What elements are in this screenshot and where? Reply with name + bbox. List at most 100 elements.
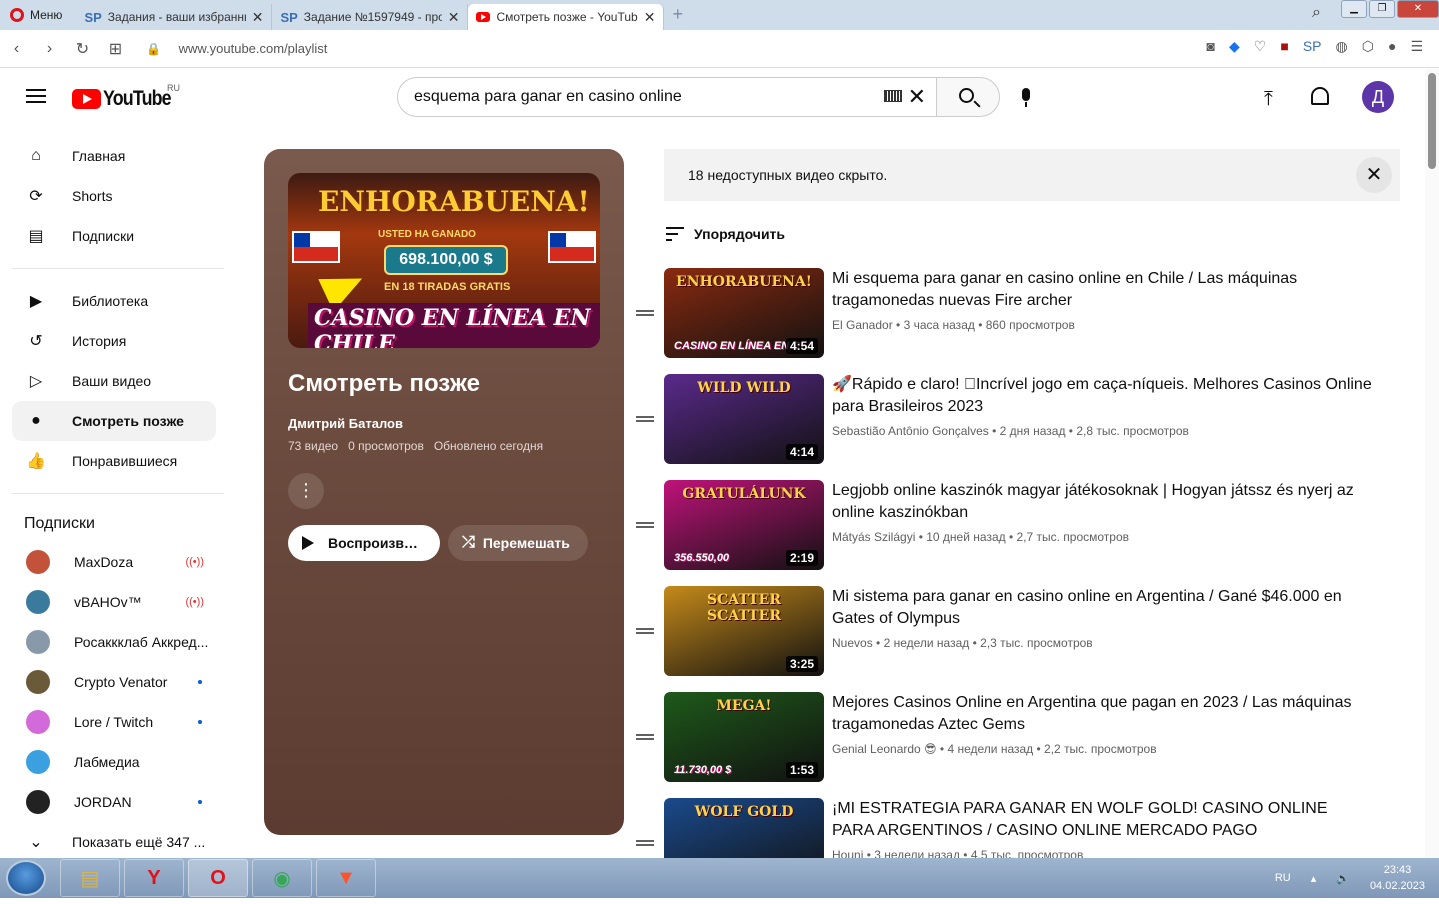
sidebar-subscription[interactable]: Lore / Twitch (12, 702, 216, 742)
brave-icon[interactable]: ▼ (316, 859, 376, 897)
guide-menu-icon[interactable] (26, 89, 46, 103)
profile-icon[interactable]: ● (1388, 38, 1396, 55)
search-input[interactable]: esquema para ganar en casino online (414, 88, 682, 106)
sidebar-subscription[interactable]: vBAHOv™ ((•)) (12, 582, 216, 622)
playlist-video-row[interactable]: MEGA! 11.730,00 $ 1:53 Mejores Casinos Onli… (636, 692, 1416, 798)
clear-search-icon[interactable]: ✕ (908, 84, 926, 110)
youtube-logo[interactable]: YouTube RU (72, 83, 183, 111)
playlist-video-row[interactable]: ENHORABUENA! CASINO EN LÍNEA EN C 4:54 Mi e… (636, 268, 1416, 374)
reload-icon[interactable]: ↻ (66, 39, 99, 59)
channel-name[interactable]: Genial Leonardo 😎 (832, 742, 937, 756)
sidebar-item-history[interactable]: ↺ История (12, 321, 216, 361)
playlist-video-row[interactable]: SCATTER SCATTER 3:25 Mi sistema para ganar… (636, 586, 1416, 692)
drag-handle-icon[interactable] (636, 628, 654, 634)
keyboard-icon[interactable] (884, 90, 902, 102)
playlist-owner[interactable]: Дмитрий Баталов (288, 416, 600, 431)
vpn-icon[interactable]: ◍ (1336, 38, 1348, 55)
url-field[interactable]: 🔒 www.youtube.com/playlist (146, 41, 327, 56)
new-tab-button[interactable]: + (664, 4, 691, 30)
video-title[interactable]: ¡MI ESTRATEGIA PARA GANAR EN WOLF GOLD! … (832, 798, 1372, 842)
heart-icon[interactable]: ♡ (1254, 38, 1267, 55)
close-tab-icon[interactable]: ✕ (644, 9, 656, 26)
video-thumbnail[interactable]: SCATTER SCATTER 3:25 (664, 586, 824, 676)
video-title[interactable]: 🚀Rápido e claro! ⃞Incrível jogo em caça-… (832, 374, 1372, 418)
close-tab-icon[interactable]: ✕ (252, 9, 264, 26)
browser-tab[interactable]: SP Задание №1597949 - проверка ✕ (272, 4, 469, 30)
start-button[interactable] (6, 860, 46, 896)
sidebar-item-subscriptions[interactable]: ▤ Подписки (12, 216, 216, 256)
sidebar-item-library[interactable]: ▶ Библиотека (12, 281, 216, 321)
sidebar-subscription[interactable]: MaxDoza ((•)) (12, 542, 216, 582)
close-window-button[interactable]: ✕ (1397, 0, 1439, 18)
sidebar-subscription[interactable]: Лабмедиа (12, 742, 216, 782)
close-icon[interactable]: ✕ (1356, 157, 1392, 193)
chrome-icon[interactable]: ◉ (252, 859, 312, 897)
speed-dial-icon[interactable]: ⊞ (99, 39, 132, 59)
minimize-button[interactable]: ▁ (1341, 0, 1367, 18)
show-more-button[interactable]: ⌄ Показать ещё 347 ... (12, 822, 216, 862)
maximize-button[interactable]: ❐ (1369, 0, 1395, 18)
more-actions-icon[interactable]: ⋮ (288, 473, 324, 509)
sort-button[interactable]: Упорядочить (666, 226, 785, 242)
playlist-video-row[interactable]: WILD WILD 4:14 🚀Rápido e claro! ⃞Incrível … (636, 374, 1416, 480)
scrollbar-thumb[interactable] (1428, 73, 1436, 169)
browser-tab[interactable]: SP Задания - ваши избранные ✕ (76, 4, 273, 30)
forward-icon[interactable]: › (33, 40, 66, 58)
channel-name[interactable]: Nuevos (832, 636, 873, 650)
opera-icon[interactable]: O (188, 859, 248, 897)
video-title[interactable]: Mejores Casinos Online en Argentina que … (832, 692, 1372, 736)
close-tab-icon[interactable]: ✕ (448, 9, 460, 26)
browser-tab-active[interactable]: Смотреть позже - YouTube ✕ (468, 4, 665, 30)
sidebar-item-watch-later[interactable]: ● Смотреть позже (12, 401, 216, 441)
sidebar-subscription[interactable]: Crypto Venator (12, 662, 216, 702)
sidebar-subscription[interactable]: Росаккклаб Аккред... (12, 622, 216, 662)
channel-name[interactable]: El Ganador (832, 318, 893, 332)
account-avatar[interactable]: Д (1362, 81, 1394, 113)
drag-handle-icon[interactable] (636, 416, 654, 422)
chile-flag-icon (548, 231, 596, 263)
drag-handle-icon[interactable] (636, 840, 654, 846)
video-title[interactable]: Mi esquema para ganar en casino online e… (832, 268, 1372, 312)
easy-setup-icon[interactable]: ☰ (1410, 38, 1423, 55)
shield-icon[interactable]: ◆ (1229, 38, 1240, 55)
shuffle-button[interactable]: ⤮ Перемешать (448, 525, 588, 561)
yandex-icon[interactable]: Y (124, 859, 184, 897)
explorer-icon[interactable]: ▤ (60, 859, 120, 897)
channel-name[interactable]: Sebastião Antônio Gonçalves (832, 424, 989, 438)
extension-icon[interactable]: ■ (1280, 38, 1288, 55)
sidebar-item-your-videos[interactable]: ▷ Ваши видео (12, 361, 216, 401)
language-indicator[interactable]: RU (1275, 872, 1291, 884)
camera-icon[interactable]: ◙ (1207, 38, 1215, 55)
tray-arrow-icon[interactable]: ▴ (1311, 872, 1317, 885)
clock[interactable]: 23:43 04.02.2023 (1370, 862, 1425, 894)
sidebar-subscription[interactable]: JORDAN (12, 782, 216, 822)
volume-icon[interactable]: 🔈 (1336, 872, 1350, 885)
video-title[interactable]: Legjobb online kaszinók magyar játékosok… (832, 480, 1372, 524)
video-thumbnail[interactable]: ENHORABUENA! CASINO EN LÍNEA EN C 4:54 (664, 268, 824, 358)
upload-icon[interactable]: ⤒ (1264, 89, 1273, 109)
cube-icon[interactable]: ⬡ (1362, 38, 1374, 55)
playlist-video-row[interactable]: GRATULÁLUNK 356.550,00 2:19 Legjobb online … (636, 480, 1416, 586)
playlist-thumbnail[interactable]: ENHORABUENA! USTED HA GANADO 698.100,00 … (288, 173, 600, 348)
search-box[interactable]: esquema para ganar en casino online ✕ (397, 77, 937, 117)
channel-name[interactable]: Mátyás Szilágyi (832, 530, 915, 544)
video-title[interactable]: Mi sistema para ganar en casino online e… (832, 586, 1372, 630)
video-thumbnail[interactable]: GRATULÁLUNK 356.550,00 2:19 (664, 480, 824, 570)
scrollbar[interactable] (1425, 69, 1439, 858)
back-icon[interactable]: ‹ (0, 40, 33, 58)
opera-menu-button[interactable]: Меню (0, 0, 76, 30)
search-button[interactable] (936, 77, 1000, 117)
notifications-bell-icon[interactable] (1311, 87, 1329, 105)
drag-handle-icon[interactable] (636, 522, 654, 528)
sidebar-item-liked[interactable]: 👍 Понравившиеся (12, 441, 216, 481)
sidebar-item-shorts[interactable]: ⟳ Shorts (12, 176, 216, 216)
voice-search-icon[interactable] (1022, 88, 1030, 107)
drag-handle-icon[interactable] (636, 310, 654, 316)
play-all-button[interactable]: Воспроизвести все (288, 525, 440, 561)
sidebar-item-home[interactable]: ⌂ Главная (12, 136, 216, 176)
sp-extension-icon[interactable]: SP (1303, 38, 1322, 55)
video-thumbnail[interactable]: MEGA! 11.730,00 $ 1:53 (664, 692, 824, 782)
tab-search-icon[interactable]: ⌕ (1312, 4, 1321, 22)
video-thumbnail[interactable]: WILD WILD 4:14 (664, 374, 824, 464)
drag-handle-icon[interactable] (636, 734, 654, 740)
